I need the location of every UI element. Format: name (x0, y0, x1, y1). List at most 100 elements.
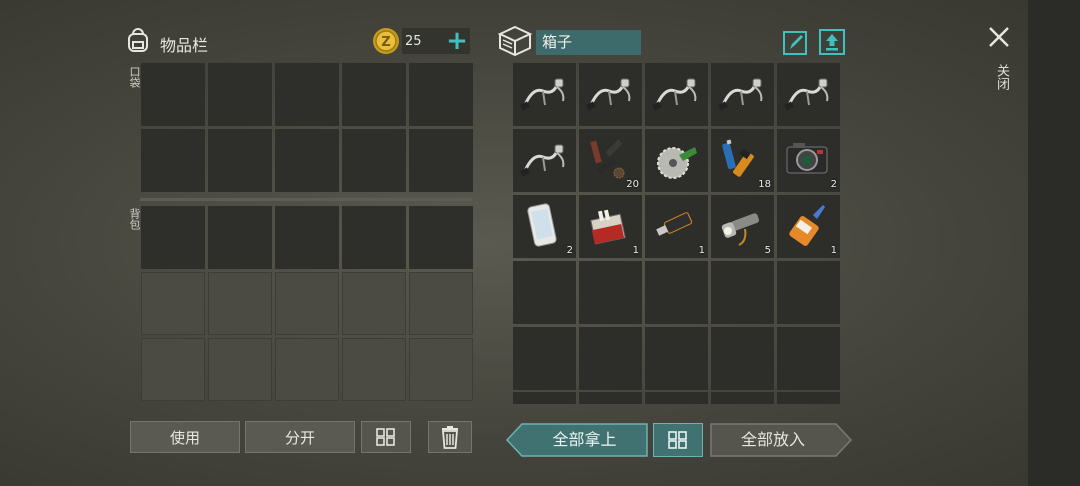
grid-sort-icon (668, 431, 687, 449)
coin-count: 25 (405, 34, 422, 49)
backpack-slot[interactable] (141, 206, 205, 269)
backpack-slot[interactable] (208, 206, 272, 269)
bike-handlebar-icon (652, 78, 697, 111)
item-quantity: 18 (758, 179, 771, 190)
container-grid: 20 18 2 2 1 1 5 1 (513, 63, 840, 390)
trash-icon (442, 426, 458, 449)
container-slot[interactable] (645, 327, 708, 390)
take-all-button[interactable]: 全部拿上 (506, 423, 648, 457)
upload-icon (819, 29, 845, 55)
bike-handlebar-icon (520, 78, 565, 111)
pocket-slot[interactable] (141, 129, 205, 192)
container-slot[interactable] (579, 63, 642, 126)
item-quantity: 2 (830, 179, 837, 190)
close-button[interactable] (986, 24, 1012, 50)
container-slot[interactable] (513, 63, 576, 126)
container-slot[interactable]: 20 (579, 129, 642, 192)
container-slot[interactable] (579, 327, 642, 390)
locked-slot (275, 272, 339, 335)
container-slot[interactable] (645, 392, 708, 404)
container-slot[interactable] (777, 392, 840, 404)
section-divider (140, 198, 472, 201)
camera-icon (786, 143, 828, 174)
bike-handlebar-icon (586, 78, 631, 111)
item-quantity: 20 (626, 179, 639, 190)
container-slot[interactable]: 1 (645, 195, 708, 258)
box-icon (497, 24, 533, 56)
close-label: 关闭 (994, 64, 1009, 90)
container-slot[interactable] (513, 392, 576, 404)
rename-button[interactable] (782, 30, 808, 56)
put-all-label: 全部放入 (740, 430, 805, 449)
pocket-slot[interactable] (208, 129, 272, 192)
container-slot[interactable] (711, 392, 774, 404)
flashlight-icon (721, 213, 760, 246)
backpack-slot[interactable] (342, 206, 406, 269)
container-title: 箱子 (536, 30, 641, 55)
trash-button[interactable] (428, 421, 472, 453)
bike-handlebar-icon (520, 144, 565, 177)
locked-slot (141, 272, 205, 335)
container-slot[interactable] (579, 392, 642, 404)
pocket-slot[interactable] (342, 129, 406, 192)
upload-button[interactable] (818, 28, 846, 56)
container-slot[interactable] (645, 261, 708, 324)
pocket-slot[interactable] (208, 63, 272, 126)
locked-slot (409, 272, 473, 335)
sort-inventory-button[interactable] (361, 421, 411, 453)
item-quantity: 2 (566, 245, 573, 256)
locked-slot (342, 272, 406, 335)
pocket-slot[interactable] (275, 129, 339, 192)
backpack-slot[interactable] (409, 206, 473, 269)
container-slot[interactable]: 1 (579, 195, 642, 258)
inventory-title: 物品栏 (160, 36, 209, 55)
container-slot[interactable] (645, 63, 708, 126)
right-panel-strip (1028, 0, 1080, 486)
add-coins-button[interactable]: + (444, 28, 470, 54)
container-slot[interactable] (711, 63, 774, 126)
backpack-grid (141, 206, 473, 401)
item-quantity: 1 (830, 245, 837, 256)
pocket-slot[interactable] (409, 129, 473, 192)
pocket-label: 口袋 (128, 66, 141, 88)
put-all-button[interactable]: 全部放入 (710, 423, 852, 457)
pocket-slot[interactable] (275, 63, 339, 126)
backpack-slot[interactable] (275, 206, 339, 269)
container-grid-overflow[interactable] (513, 392, 844, 404)
locked-slot (141, 338, 205, 401)
container-slot[interactable] (645, 129, 708, 192)
container-slot[interactable]: 2 (513, 195, 576, 258)
container-slot[interactable] (579, 261, 642, 324)
container-slot[interactable]: 2 (777, 129, 840, 192)
container-slot[interactable] (777, 63, 840, 126)
container-slot[interactable] (513, 129, 576, 192)
item-quantity: 5 (764, 245, 771, 256)
locked-slot (342, 338, 406, 401)
container-sort-button[interactable] (653, 423, 703, 457)
container-slot[interactable] (513, 327, 576, 390)
use-button[interactable]: 使用 (130, 421, 240, 453)
container-slot[interactable] (513, 261, 576, 324)
container-slot[interactable]: 5 (711, 195, 774, 258)
glue-tube-icon (789, 205, 825, 246)
coin-icon: Z (372, 27, 400, 55)
usb-drive-icon (656, 212, 693, 236)
container-slot[interactable] (711, 261, 774, 324)
container-slot[interactable] (777, 261, 840, 324)
container-slot[interactable] (777, 327, 840, 390)
edit-icon (783, 31, 807, 55)
container-slot[interactable]: 18 (711, 129, 774, 192)
pocket-slot[interactable] (409, 63, 473, 126)
pocket-slot[interactable] (141, 63, 205, 126)
split-button[interactable]: 分开 (245, 421, 355, 453)
locked-slot (208, 338, 272, 401)
take-all-label: 全部拿上 (552, 430, 617, 449)
backpack-label: 背包 (128, 208, 141, 230)
container-slot[interactable] (711, 327, 774, 390)
pocket-slot[interactable] (342, 63, 406, 126)
container-slot[interactable]: 1 (777, 195, 840, 258)
backpack-icon (124, 26, 152, 54)
saw-blade-icon (657, 147, 697, 179)
smartphone-icon (527, 203, 557, 247)
locked-slot (275, 338, 339, 401)
